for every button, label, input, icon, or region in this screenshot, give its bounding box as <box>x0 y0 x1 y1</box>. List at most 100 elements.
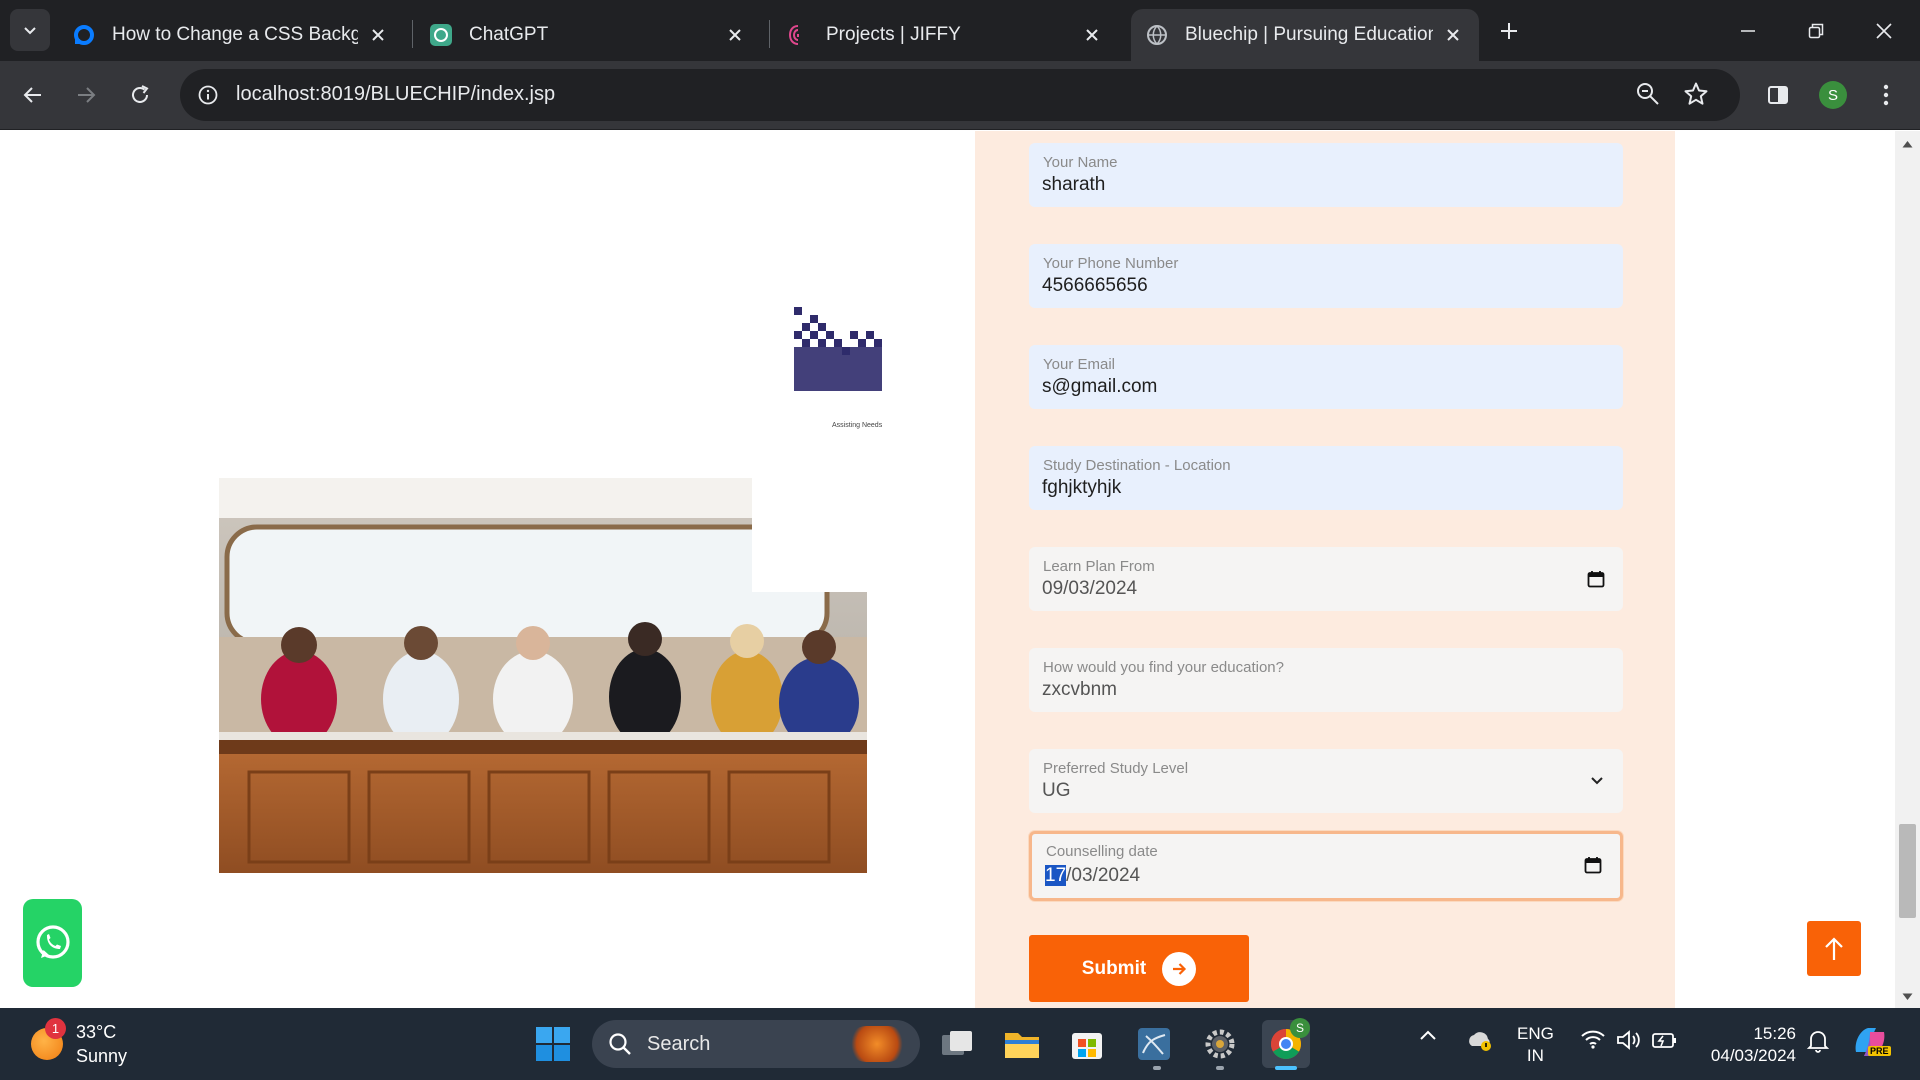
language-code: ENG <box>1517 1024 1554 1043</box>
field-label: Your Name <box>1043 154 1118 171</box>
wifi-icon[interactable] <box>1580 1028 1606 1050</box>
field-label: How would you find your education? <box>1043 659 1284 676</box>
info-icon[interactable] <box>190 77 226 113</box>
system-clock[interactable]: 15:26 04/03/2024 <box>1700 1023 1796 1067</box>
language-indicator[interactable]: ENG IN <box>1517 1023 1554 1067</box>
back-button[interactable] <box>12 74 54 116</box>
submit-button[interactable]: Submit <box>1029 935 1249 1002</box>
forward-button[interactable] <box>65 74 107 116</box>
phone-field[interactable]: Your Phone Number 4566665656 <box>1029 244 1623 308</box>
tab-title: ChatGPT <box>469 24 549 45</box>
plus-icon <box>1501 23 1517 39</box>
field-value[interactable]: zxcvbnm <box>1042 679 1117 701</box>
field-value[interactable]: 17/03/2024 <box>1045 865 1140 887</box>
mysql-workbench-button[interactable] <box>1130 1020 1178 1068</box>
field-value[interactable]: UG <box>1042 780 1071 802</box>
zoom-icon[interactable] <box>1635 81 1661 112</box>
running-indicator <box>1216 1066 1224 1070</box>
field-value[interactable]: sharath <box>1042 174 1105 196</box>
close-icon[interactable] <box>1080 23 1104 47</box>
battery-icon[interactable] <box>1650 1028 1678 1052</box>
close-icon[interactable] <box>723 23 747 47</box>
calendar-icon[interactable] <box>1584 856 1602 879</box>
clock-date: 04/03/2024 <box>1710 1046 1796 1065</box>
tab-chatgpt[interactable]: ChatGPT <box>415 9 761 61</box>
calendar-icon[interactable] <box>1587 570 1605 593</box>
learn-plan-date-field[interactable]: Learn Plan From 09/03/2024 <box>1029 547 1623 611</box>
start-button[interactable] <box>535 1026 571 1067</box>
taskbar-search[interactable]: Search <box>592 1020 920 1068</box>
restore-button[interactable] <box>1782 0 1850 61</box>
chrome-menu-button[interactable] <box>1866 75 1906 115</box>
close-window-button[interactable] <box>1850 0 1918 61</box>
tab-search-button[interactable] <box>10 9 50 51</box>
minimize-icon <box>1741 29 1755 32</box>
chevron-down-icon[interactable] <box>1589 772 1605 793</box>
scroll-down-arrow-icon[interactable] <box>1901 990 1914 1003</box>
field-label: Study Destination - Location <box>1043 457 1231 474</box>
onedrive-icon[interactable] <box>1465 1028 1493 1052</box>
bluechip-logo-icon <box>794 307 882 391</box>
microsoft-store-button[interactable] <box>1063 1020 1111 1068</box>
file-explorer-button[interactable] <box>998 1020 1046 1068</box>
whatsapp-icon <box>35 925 70 959</box>
chrome-profile-badge: S <box>1290 1018 1310 1038</box>
chatgpt-icon <box>429 23 453 47</box>
new-tab-button[interactable] <box>1492 14 1526 48</box>
more-vertical-icon <box>1883 84 1889 106</box>
field-value[interactable]: 4566665656 <box>1042 275 1148 297</box>
field-label: Counselling date <box>1046 843 1158 860</box>
close-icon[interactable] <box>1441 23 1465 47</box>
education-source-field[interactable]: How would you find your education? zxcvb… <box>1029 648 1623 712</box>
arrow-right-icon <box>78 87 96 103</box>
tab-css-background[interactable]: How to Change a CSS Backgrou <box>58 9 404 61</box>
scroll-up-arrow-icon[interactable] <box>1901 137 1914 150</box>
volume-icon[interactable] <box>1615 1028 1643 1052</box>
tab-title: Bluechip | Pursuing Education A <box>1185 24 1433 45</box>
clock-time: 15:26 <box>1753 1024 1796 1043</box>
field-value[interactable]: fghjktyhjk <box>1042 477 1121 499</box>
task-view-button[interactable] <box>933 1020 981 1068</box>
counselling-date-field[interactable]: Counselling date 17/03/2024 <box>1029 831 1623 901</box>
field-label: Learn Plan From <box>1043 558 1155 575</box>
selected-day-segment[interactable]: 17 <box>1045 865 1067 886</box>
browser-toolbar: localhost:8019/BLUECHIP/index.jsp S <box>0 61 1920 130</box>
profile-button[interactable]: S <box>1813 75 1853 115</box>
notifications-icon[interactable] <box>1806 1028 1830 1054</box>
study-destination-field[interactable]: Study Destination - Location fghjktyhjk <box>1029 446 1623 510</box>
logo-tagline: Assisting Needs <box>832 422 883 429</box>
side-panel-button[interactable] <box>1758 75 1798 115</box>
weather-temperature[interactable]: 33°C <box>76 1022 116 1043</box>
email-field[interactable]: Your Email s@gmail.com <box>1029 345 1623 409</box>
show-hidden-icons-button[interactable] <box>1418 1028 1438 1042</box>
folder-icon <box>1005 1033 1039 1058</box>
tab-separator <box>412 20 413 48</box>
copilot-icon[interactable]: PRE <box>1850 1024 1891 1060</box>
chrome-button[interactable]: S <box>1262 1018 1310 1068</box>
field-value[interactable]: s@gmail.com <box>1042 376 1157 398</box>
url-text[interactable]: localhost:8019/BLUECHIP/index.jsp <box>236 83 555 106</box>
reload-button[interactable] <box>119 74 161 116</box>
study-level-select[interactable]: Preferred Study Level UG <box>1029 749 1623 813</box>
running-indicator <box>1153 1066 1161 1070</box>
field-value[interactable]: 09/03/2024 <box>1042 578 1137 600</box>
close-icon[interactable] <box>366 23 390 47</box>
scrollbar-thumb[interactable] <box>1899 824 1916 918</box>
tab-jiffy[interactable]: Projects | JIFFY <box>772 9 1118 61</box>
close-icon <box>1876 22 1892 39</box>
restore-icon <box>1808 23 1824 38</box>
settings-app-button[interactable] <box>1196 1020 1244 1068</box>
tab-bluechip[interactable]: Bluechip | Pursuing Education A <box>1131 9 1479 61</box>
whatsapp-button[interactable] <box>23 899 82 987</box>
search-highlight-icon <box>848 1026 906 1062</box>
tab-title: How to Change a CSS Backgrou <box>112 24 358 45</box>
weather-condition[interactable]: Sunny <box>76 1046 127 1067</box>
name-field[interactable]: Your Name sharath <box>1029 143 1623 207</box>
back-to-top-button[interactable] <box>1807 921 1861 976</box>
address-bar[interactable]: localhost:8019/BLUECHIP/index.jsp <box>180 69 1740 121</box>
globe-icon <box>1145 23 1169 47</box>
bookmark-star-icon[interactable] <box>1683 81 1709 112</box>
minimize-button[interactable] <box>1714 0 1782 61</box>
submit-label: Submit <box>1081 957 1147 979</box>
reload-icon <box>132 85 149 103</box>
